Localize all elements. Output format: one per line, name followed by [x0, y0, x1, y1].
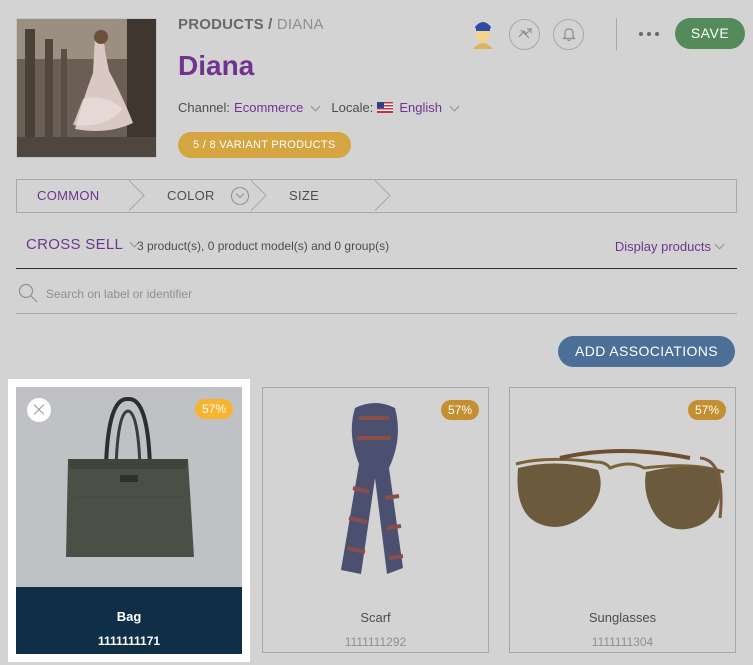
channel-locale-bar: Channel: Ecommerce Locale: English: [178, 100, 466, 115]
breadcrumb-current: DIANA: [276, 16, 324, 33]
bell-icon: [561, 28, 576, 42]
variant-products-badge[interactable]: 5 / 8 VARIANT PRODUCTS: [178, 132, 351, 158]
locale-switcher[interactable]: English: [399, 100, 442, 115]
association-type-label: CROSS SELL: [26, 236, 124, 253]
product-card-scarf[interactable]: 57% Scarf 1111111292: [262, 387, 489, 653]
sequential-edit-button[interactable]: [509, 18, 540, 50]
product-card-identifier: 1111111171: [97, 634, 161, 648]
completeness-badge: 57%: [194, 399, 233, 419]
shuffle-icon: [518, 28, 532, 39]
breadcrumb: PRODUCTS / DIANA: [178, 16, 324, 33]
tab-label: COLOR: [167, 188, 215, 203]
chevron-down-icon[interactable]: [231, 187, 249, 205]
remove-association-button[interactable]: [27, 398, 51, 422]
save-button[interactable]: SAVE: [675, 18, 745, 49]
product-image: [16, 18, 157, 158]
us-flag-icon: [377, 102, 394, 113]
association-type-switcher[interactable]: CROSS SELL: [26, 236, 146, 253]
product-card-name: Bag: [116, 609, 142, 624]
search-input[interactable]: [46, 282, 646, 306]
product-card-identifier: 1111111292: [344, 635, 407, 649]
product-card-name: Sunglasses: [588, 610, 657, 625]
product-card-sunglasses[interactable]: 57% Sunglasses 1111111304: [509, 387, 736, 653]
completeness-badge: 57%: [687, 400, 726, 420]
variant-navigation: COMMON COLOR SIZE: [16, 179, 737, 213]
display-products-label: Display products: [614, 239, 711, 254]
locale-label: Locale:: [331, 100, 374, 115]
user-avatar-icon[interactable]: [470, 19, 496, 49]
display-products-switcher[interactable]: Display products: [614, 239, 725, 254]
search-bar: [16, 279, 737, 314]
channel-label: Channel:: [178, 100, 231, 115]
product-card-bag[interactable]: 57% Bag 1111111171: [8, 379, 250, 662]
channel-switcher[interactable]: Ecommerce: [234, 100, 303, 115]
more-options-icon[interactable]: [639, 32, 659, 36]
chevron-down-icon[interactable]: [449, 101, 460, 111]
chevron-down-icon: [714, 239, 725, 250]
header-actions: [470, 18, 659, 50]
tab-common[interactable]: COMMON: [17, 180, 139, 212]
completeness-badge: 57%: [440, 400, 479, 420]
association-toolbar: CROSS SELL 3 product(s), 0 product model…: [16, 230, 737, 269]
notifications-button[interactable]: [553, 18, 584, 50]
page-title: Diana: [178, 50, 255, 81]
product-card-name: Scarf: [360, 610, 391, 625]
tab-size[interactable]: SIZE: [259, 180, 385, 212]
breadcrumb-separator: /: [263, 16, 277, 33]
association-count: 3 product(s), 0 product model(s) and 0 g…: [137, 239, 390, 253]
add-associations-button[interactable]: ADD ASSOCIATIONS: [558, 336, 735, 367]
tab-color[interactable]: COLOR: [139, 180, 259, 212]
tab-label: SIZE: [289, 188, 320, 203]
chevron-down-icon[interactable]: [310, 101, 321, 111]
product-card-identifier: 1111111304: [591, 635, 654, 649]
breadcrumb-root[interactable]: PRODUCTS: [178, 16, 264, 33]
divider: [616, 18, 617, 50]
search-icon: [18, 283, 38, 303]
tab-label: COMMON: [37, 188, 100, 203]
